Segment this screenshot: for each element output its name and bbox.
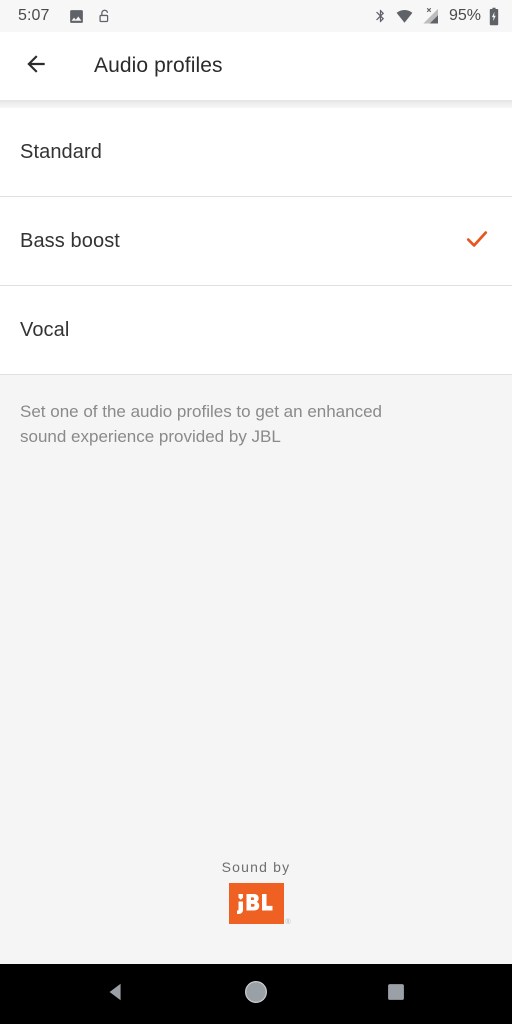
status-bar: 5:07 95% — [0, 0, 512, 32]
battery-charging-icon — [488, 7, 500, 26]
nav-recents-icon — [386, 982, 406, 1007]
option-row-vocal[interactable]: Vocal — [0, 286, 512, 375]
check-slot — [462, 226, 492, 256]
phone-screen: 5:07 95% Audio profiles Standard Bass bo… — [0, 0, 512, 1024]
footer-area: Set one of the audio profiles to get an … — [0, 375, 512, 964]
arrow-left-icon — [23, 51, 49, 82]
option-label: Vocal — [20, 318, 70, 341]
cellular-no-service-icon — [421, 7, 440, 25]
brand-block: Sound by ® — [0, 859, 512, 926]
nav-back-icon — [105, 981, 127, 1008]
option-row-bass-boost[interactable]: Bass boost — [0, 197, 512, 286]
unlocked-padlock-icon — [97, 8, 113, 25]
app-bar: Audio profiles — [0, 32, 512, 100]
option-label: Standard — [20, 140, 102, 163]
app-bar-shadow — [0, 100, 512, 108]
nav-home-icon — [243, 979, 269, 1010]
check-slot — [462, 315, 492, 345]
check-slot — [462, 137, 492, 167]
nav-recents-button[interactable] — [372, 970, 420, 1018]
status-clock: 5:07 — [18, 7, 50, 24]
screenshot-image-icon — [68, 8, 85, 25]
footer-description: Set one of the audio profiles to get an … — [20, 402, 382, 446]
brand-caption: Sound by — [221, 859, 291, 875]
status-left-icons — [68, 8, 113, 25]
jbl-logo-icon: ® — [228, 883, 291, 926]
audio-profile-list: Standard Bass boost Vocal — [0, 108, 512, 375]
page-title: Audio profiles — [94, 54, 223, 77]
back-button[interactable] — [18, 48, 54, 84]
status-battery-percent: 95% — [448, 7, 481, 24]
bluetooth-icon — [373, 7, 388, 25]
wifi-icon — [395, 7, 414, 25]
navigation-bar — [0, 964, 512, 1024]
option-label: Bass boost — [20, 229, 120, 252]
registered-mark: ® — [285, 919, 291, 926]
jbl-wordmark — [236, 893, 272, 914]
option-row-standard[interactable]: Standard — [0, 108, 512, 197]
status-right-icons: 95% — [373, 7, 500, 26]
nav-home-button[interactable] — [232, 970, 280, 1018]
checkmark-icon — [463, 225, 491, 258]
nav-back-button[interactable] — [92, 970, 140, 1018]
